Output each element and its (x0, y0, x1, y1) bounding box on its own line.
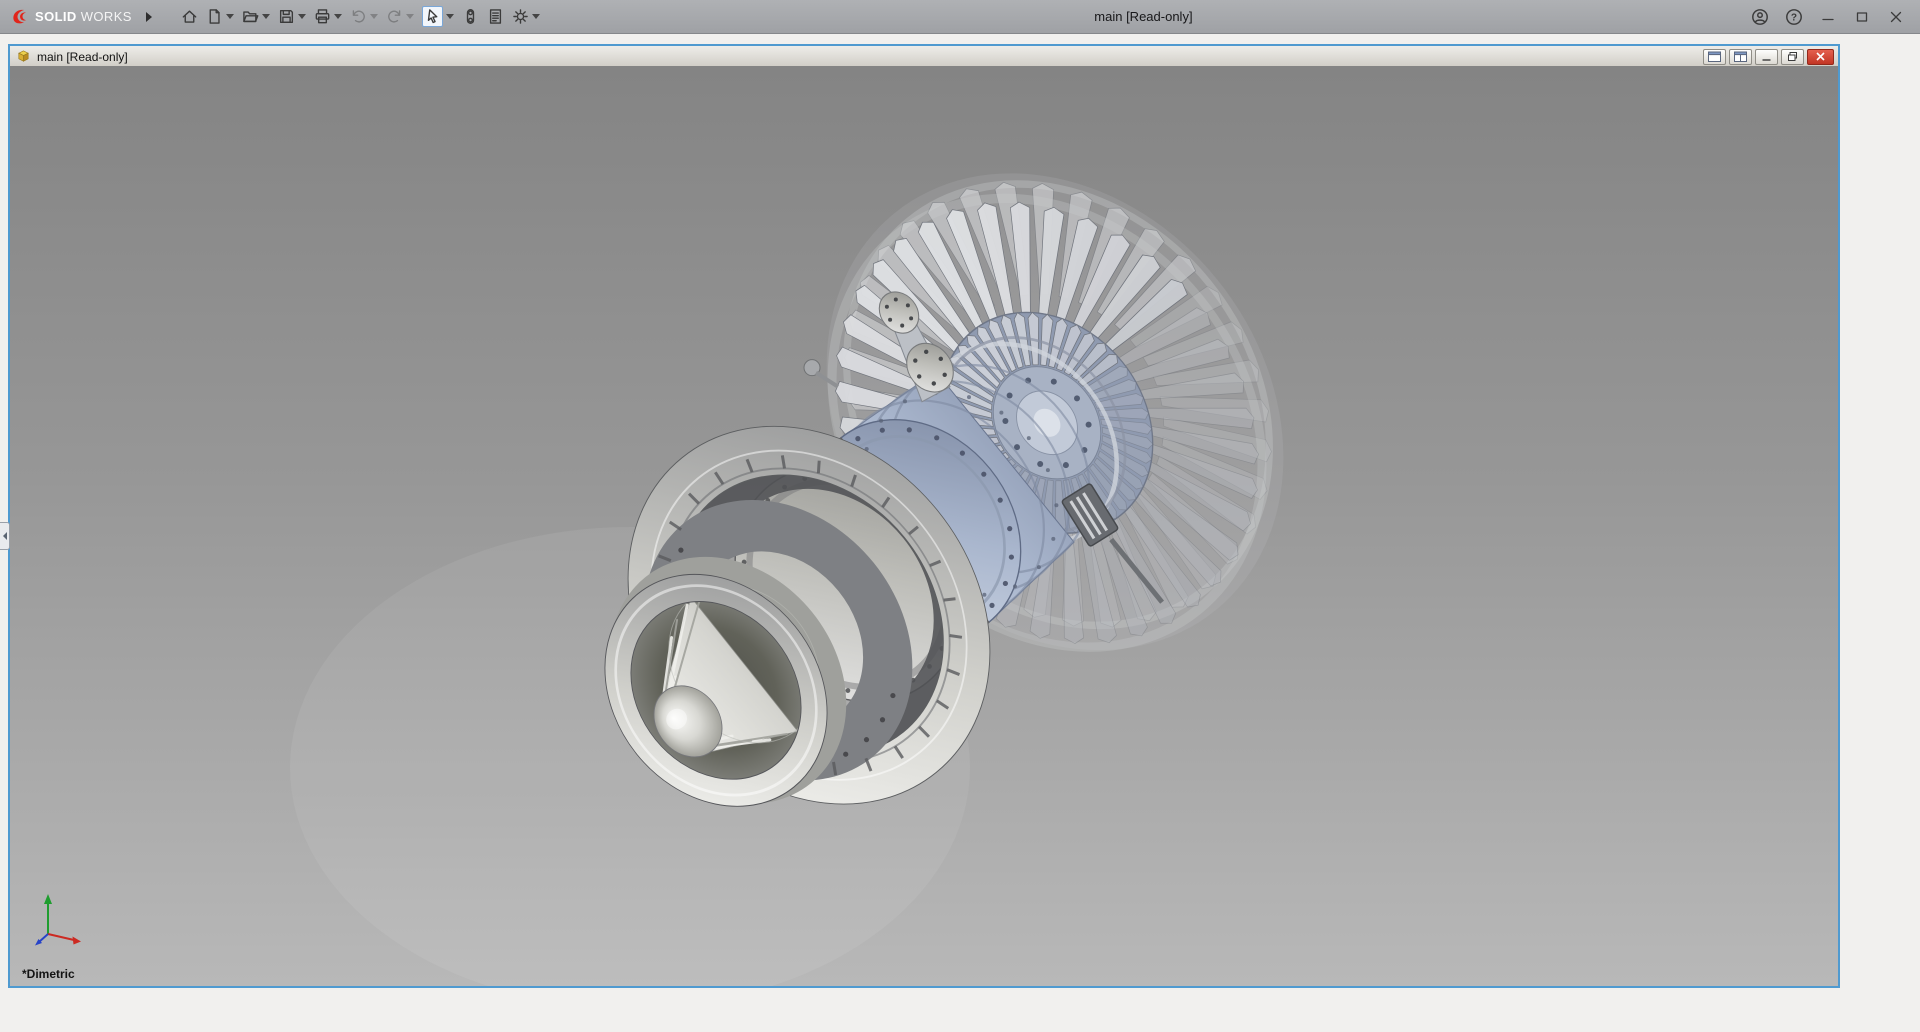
options-dropdown-caret[interactable] (531, 14, 540, 19)
redo-button[interactable] (383, 3, 417, 31)
document-titlebar[interactable]: main [Read-only] (10, 46, 1838, 68)
undo-icon (352, 10, 365, 23)
file-properties-icon (489, 9, 501, 24)
undo-dropdown-caret[interactable] (369, 14, 378, 19)
triad-y-axis (44, 894, 52, 934)
menu-expand-arrow[interactable] (145, 11, 152, 22)
graphics-viewport[interactable]: *Dimetric (10, 66, 1838, 986)
save-dropdown-caret[interactable] (297, 14, 306, 19)
close-icon (1890, 11, 1902, 22)
file-properties-button[interactable] (484, 3, 507, 31)
close-app-button[interactable] (1880, 0, 1912, 34)
maximize-icon (1856, 11, 1868, 22)
redo-icon (387, 10, 401, 23)
home-button[interactable] (178, 3, 201, 31)
new-document-button[interactable] (203, 3, 237, 31)
tile-window-split-button[interactable] (1729, 48, 1752, 65)
collapsed-pane-tab[interactable] (0, 522, 10, 550)
triad-x-axis (47, 933, 81, 945)
undo-button[interactable] (347, 3, 381, 31)
help-icon: ? (1786, 8, 1802, 25)
close-document-button[interactable] (1807, 48, 1834, 65)
engine-model[interactable] (10, 66, 1838, 986)
options-button[interactable] (509, 3, 543, 31)
solidworks-swirl-icon (13, 9, 27, 24)
new-document-dropdown-caret[interactable] (225, 14, 234, 19)
open-button[interactable] (239, 3, 273, 31)
document-window-controls (1703, 48, 1834, 65)
open-folder-icon (243, 11, 259, 23)
triad-z-axis (35, 933, 49, 946)
help-button[interactable]: ? (1778, 0, 1810, 34)
restore-document-icon (1788, 52, 1797, 61)
account-button[interactable] (1744, 0, 1776, 34)
svg-text:?: ? (1791, 12, 1797, 23)
reference-triad[interactable] (34, 888, 90, 946)
window-title: main [Read-only] (1094, 9, 1193, 24)
save-button[interactable] (275, 3, 309, 31)
tile-window-split-icon (1734, 51, 1747, 62)
account-icon (1752, 8, 1768, 25)
minimize-document-icon (1762, 59, 1771, 61)
home-icon (182, 10, 197, 23)
tile-window-icon (1708, 51, 1721, 62)
solidworks-app: SOLID WORKS main [Read-only] ? main [Rea… (0, 0, 1920, 1032)
select-cursor-icon (427, 9, 438, 24)
save-icon (279, 9, 293, 24)
document-title: main [Read-only] (37, 49, 128, 64)
tile-window-button[interactable] (1703, 48, 1726, 65)
options-gear-icon (513, 9, 528, 24)
select-button[interactable] (419, 3, 457, 31)
app-window-controls: ? (1744, 0, 1920, 34)
open-dropdown-caret[interactable] (261, 14, 270, 19)
minimize-document-button[interactable] (1755, 48, 1778, 65)
solidworks-logo[interactable]: SOLID WORKS (10, 6, 132, 27)
minimize-icon (1822, 18, 1834, 20)
view-orientation-label: *Dimetric (22, 967, 75, 981)
print-dropdown-caret[interactable] (333, 14, 342, 19)
app-titlebar: SOLID WORKS main [Read-only] ? (0, 0, 1920, 34)
minimize-app-button[interactable] (1812, 0, 1844, 34)
brand-text-bold: SOLID (35, 9, 77, 24)
rebuild-traffic-light-icon (466, 9, 475, 24)
print-icon (315, 9, 330, 24)
restore-document-button[interactable] (1781, 48, 1804, 65)
close-document-icon (1816, 52, 1825, 61)
collapse-chevron-icon (2, 532, 7, 540)
print-button[interactable] (311, 3, 345, 31)
maximize-app-button[interactable] (1846, 0, 1878, 34)
redo-dropdown-caret[interactable] (405, 14, 414, 19)
brand-text-light: WORKS (80, 9, 132, 24)
workspace: main [Read-only] *Dimetric (0, 34, 1920, 1031)
quick-access-toolbar (178, 3, 543, 31)
rebuild-button[interactable] (459, 3, 482, 31)
select-dropdown-caret[interactable] (445, 14, 454, 19)
document-window: main [Read-only] *Dimetric (8, 44, 1840, 988)
new-document-icon (209, 9, 220, 24)
assembly-document-icon (18, 50, 29, 62)
